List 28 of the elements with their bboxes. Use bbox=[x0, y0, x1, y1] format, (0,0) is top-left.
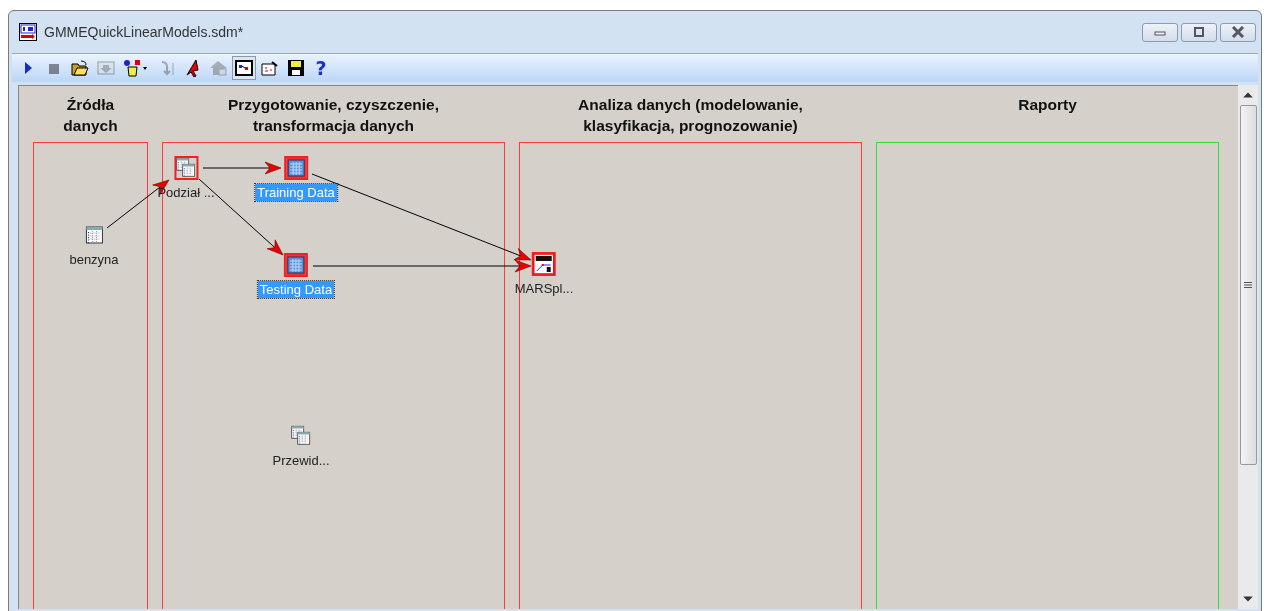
help-button[interactable]: ? bbox=[310, 56, 332, 80]
tables-icon[interactable] bbox=[175, 157, 197, 179]
lane-heading: Przygotowanie, czyszczenie, transformacja danych bbox=[226, 95, 440, 136]
lane-heading: Raporty bbox=[1017, 95, 1078, 115]
import-icon bbox=[97, 59, 115, 77]
workspace-icon bbox=[235, 59, 253, 77]
table-icon[interactable] bbox=[285, 157, 307, 179]
report-icon bbox=[261, 59, 279, 77]
vertical-scrollbar[interactable] bbox=[1238, 85, 1258, 609]
node-label[interactable]: benzyna bbox=[67, 251, 121, 268]
lane-heading: Analiza danych (modelowanie, klasyfikacja, prognozowanie) bbox=[577, 95, 804, 136]
table-icon[interactable] bbox=[285, 254, 307, 276]
table-icon[interactable] bbox=[83, 224, 105, 246]
model-chart-icon[interactable] bbox=[533, 253, 555, 275]
scroll-thumb[interactable] bbox=[1239, 105, 1257, 465]
toolbar-button[interactable] bbox=[232, 56, 256, 80]
save-icon bbox=[287, 59, 305, 77]
node-label[interactable]: Przewid... bbox=[270, 452, 332, 469]
nodes-icon bbox=[123, 59, 149, 77]
house-icon bbox=[209, 59, 227, 77]
folder-icon bbox=[71, 59, 89, 77]
app-icon bbox=[19, 23, 37, 41]
tables-icon[interactable] bbox=[290, 425, 312, 447]
window-title: GMMEQuickLinearModels.sdm* bbox=[44, 24, 244, 40]
lane-heading: Źródła danych bbox=[62, 95, 119, 136]
grip-icon bbox=[1244, 281, 1252, 289]
maximize-button[interactable] bbox=[1181, 22, 1217, 42]
close-button[interactable] bbox=[1220, 22, 1256, 42]
